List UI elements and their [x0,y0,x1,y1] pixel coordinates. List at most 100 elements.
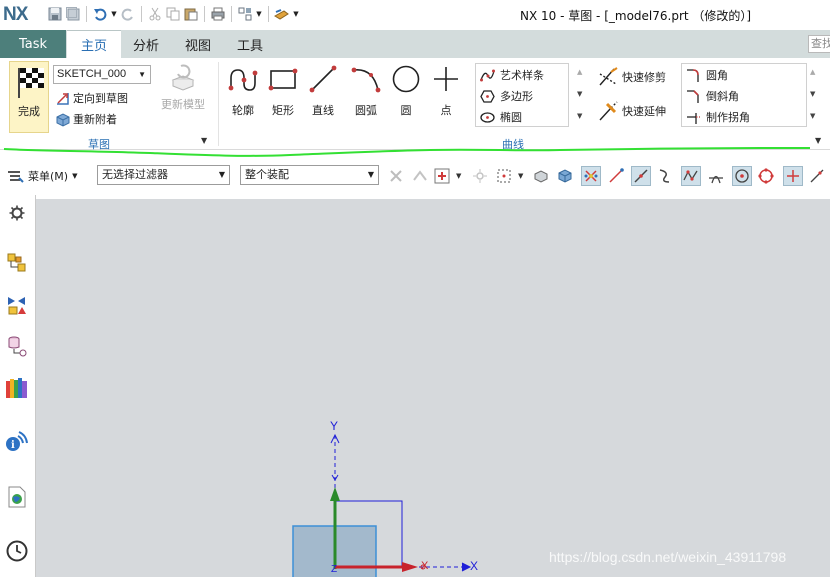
constraint-navigator-icon[interactable] [5,334,29,358]
hd3d-tools-icon[interactable]: i [5,429,29,453]
paste-icon[interactable] [182,5,200,23]
orient-view-icon [54,90,70,106]
studio-spline-item[interactable]: 艺术样条 [480,65,544,85]
scroll-up-icon[interactable]: ▲ [810,68,815,76]
point-button[interactable]: 点 [429,64,463,117]
sketch-group-more-icon[interactable]: ▼ [201,136,207,145]
snap-quadrant-icon[interactable] [756,166,776,186]
line-button[interactable]: 直线 [306,64,340,117]
undo-dropdown-icon[interactable]: ▼ [109,5,119,23]
fillet-item[interactable]: 圆角 [686,65,728,85]
part-navigator-icon[interactable] [5,251,29,275]
print-icon[interactable] [209,5,227,23]
snap-existing-point-icon[interactable] [783,166,803,186]
snap-point-icon[interactable] [470,166,490,186]
curve-group-more-icon[interactable]: ▼ [815,136,821,145]
undo-icon[interactable] [91,5,109,23]
sketch-name-select[interactable]: SKETCH_000 ▼ [53,65,151,84]
settings-gear-icon[interactable] [5,201,29,225]
circle-icon [392,65,420,93]
reuse-library-icon[interactable] [5,376,29,400]
snap-intersection-icon[interactable] [681,166,701,186]
circle-button[interactable]: 圆 [389,64,423,117]
type-filter-value: 无选择过滤器 [102,168,168,181]
main-menu-button[interactable]: 菜单(M) ▼ [7,167,77,185]
copy-icon[interactable] [164,5,182,23]
snap-point-on-curve-icon[interactable] [807,166,827,186]
window-layout-icon[interactable] [236,5,254,23]
fillet-label: 圆角 [706,69,728,82]
polygon-label: 多边形 [500,90,533,103]
rectangle-icon [268,68,298,91]
feature-selection-icon[interactable] [410,166,430,186]
graphics-window[interactable]: Y X X Z [36,199,830,577]
make-corner-label: 制作拐角 [706,111,750,124]
type-filter-select[interactable]: 无选择过滤器 ▼ [97,165,230,185]
chamfer-label: 倒斜角 [706,90,739,103]
toolbar-separator [141,6,142,22]
toolbar-separator [86,6,87,22]
gallery-scroll[interactable]: ▲ ▼ ▼ [807,64,821,126]
selection-mode-dropdown-icon[interactable]: ▼ [518,172,523,180]
point-label: 点 [440,104,452,117]
gallery-expand-icon[interactable]: ▼ [577,112,582,120]
redo-icon[interactable] [119,5,137,23]
window-title: NX 10 - 草图 - [_model76.prt （修改的）] [520,9,752,23]
arc-button[interactable]: 圆弧 [349,64,383,117]
scroll-down-icon[interactable]: ▼ [810,90,815,98]
web-browser-icon[interactable] [5,485,29,509]
reattach-button[interactable]: 重新附着 [54,110,117,128]
select-all-dropdown-icon[interactable]: ▼ [456,172,461,180]
update-model-button[interactable]: 更新模型 [158,62,208,118]
rectangle-selection-icon[interactable] [494,166,514,186]
reattach-icon [54,111,70,127]
cut-icon[interactable] [146,5,164,23]
body-selection-icon[interactable] [531,166,551,186]
make-corner-item[interactable]: 制作拐角 [686,107,750,127]
finish-sketch-button[interactable]: 完成 [9,61,49,133]
selection-scope-select[interactable]: 整个装配 ▼ [240,165,379,185]
tab-analysis[interactable]: 分析 [122,30,170,58]
ellipse-item[interactable]: 椭圆 [480,107,522,127]
snap-arc-center-icon[interactable] [732,166,752,186]
select-all-icon[interactable] [432,166,452,186]
scroll-up-icon[interactable]: ▲ [577,68,582,76]
x-axis-arrow [461,562,472,572]
general-selection-icon[interactable] [386,166,406,186]
orient-to-sketch-button[interactable]: 定向到草图 [54,89,128,107]
chamfer-item[interactable]: 倒斜角 [686,86,739,106]
assembly-navigator-icon[interactable] [5,293,29,317]
snap-midpoint-icon[interactable] [631,166,651,186]
tab-view[interactable]: 视图 [173,30,223,58]
scroll-down-icon[interactable]: ▼ [577,90,582,98]
title-bar: NX ▼ ▼ ▼ NX 10 - 草图 - [_model76.prt （修改的… [0,0,830,30]
save-all-icon[interactable] [64,5,82,23]
quick-trim-icon [597,66,619,88]
snap-line-icon[interactable] [606,166,626,186]
history-clock-icon[interactable] [5,539,29,563]
customize-qat-icon[interactable]: ▼ [291,5,301,23]
touch-mode-icon[interactable] [273,5,291,23]
finish-label: 完成 [18,105,40,118]
gallery-expand-icon[interactable]: ▼ [810,112,815,120]
gallery-scroll[interactable]: ▲ ▼ ▼ [574,64,588,126]
save-icon[interactable] [46,5,64,23]
polygon-item[interactable]: 多边形 [480,86,533,106]
tab-task[interactable]: Task [0,30,66,58]
tab-home[interactable]: 主页 [67,30,121,58]
rectangle-button[interactable]: 矩形 [266,64,300,117]
quick-extend-button[interactable]: 快速延伸 [597,100,666,122]
profile-button[interactable]: 轮廓 [226,64,260,117]
spline-icon [480,68,495,83]
window-dropdown-icon[interactable]: ▼ [254,5,264,23]
chevron-down-icon: ▼ [72,172,78,180]
group-divider [218,62,219,146]
sketch-group-label: 草图 [88,138,110,151]
snap-tangent-icon[interactable] [706,166,726,186]
snap-endpoint-icon[interactable] [581,166,601,186]
solid-body-icon[interactable] [555,166,575,186]
tab-tools[interactable]: 工具 [226,30,274,58]
snap-curve-icon[interactable] [655,166,675,186]
quick-trim-button[interactable]: 快速修剪 [597,66,666,88]
command-search-input[interactable]: 查找 [808,35,830,53]
